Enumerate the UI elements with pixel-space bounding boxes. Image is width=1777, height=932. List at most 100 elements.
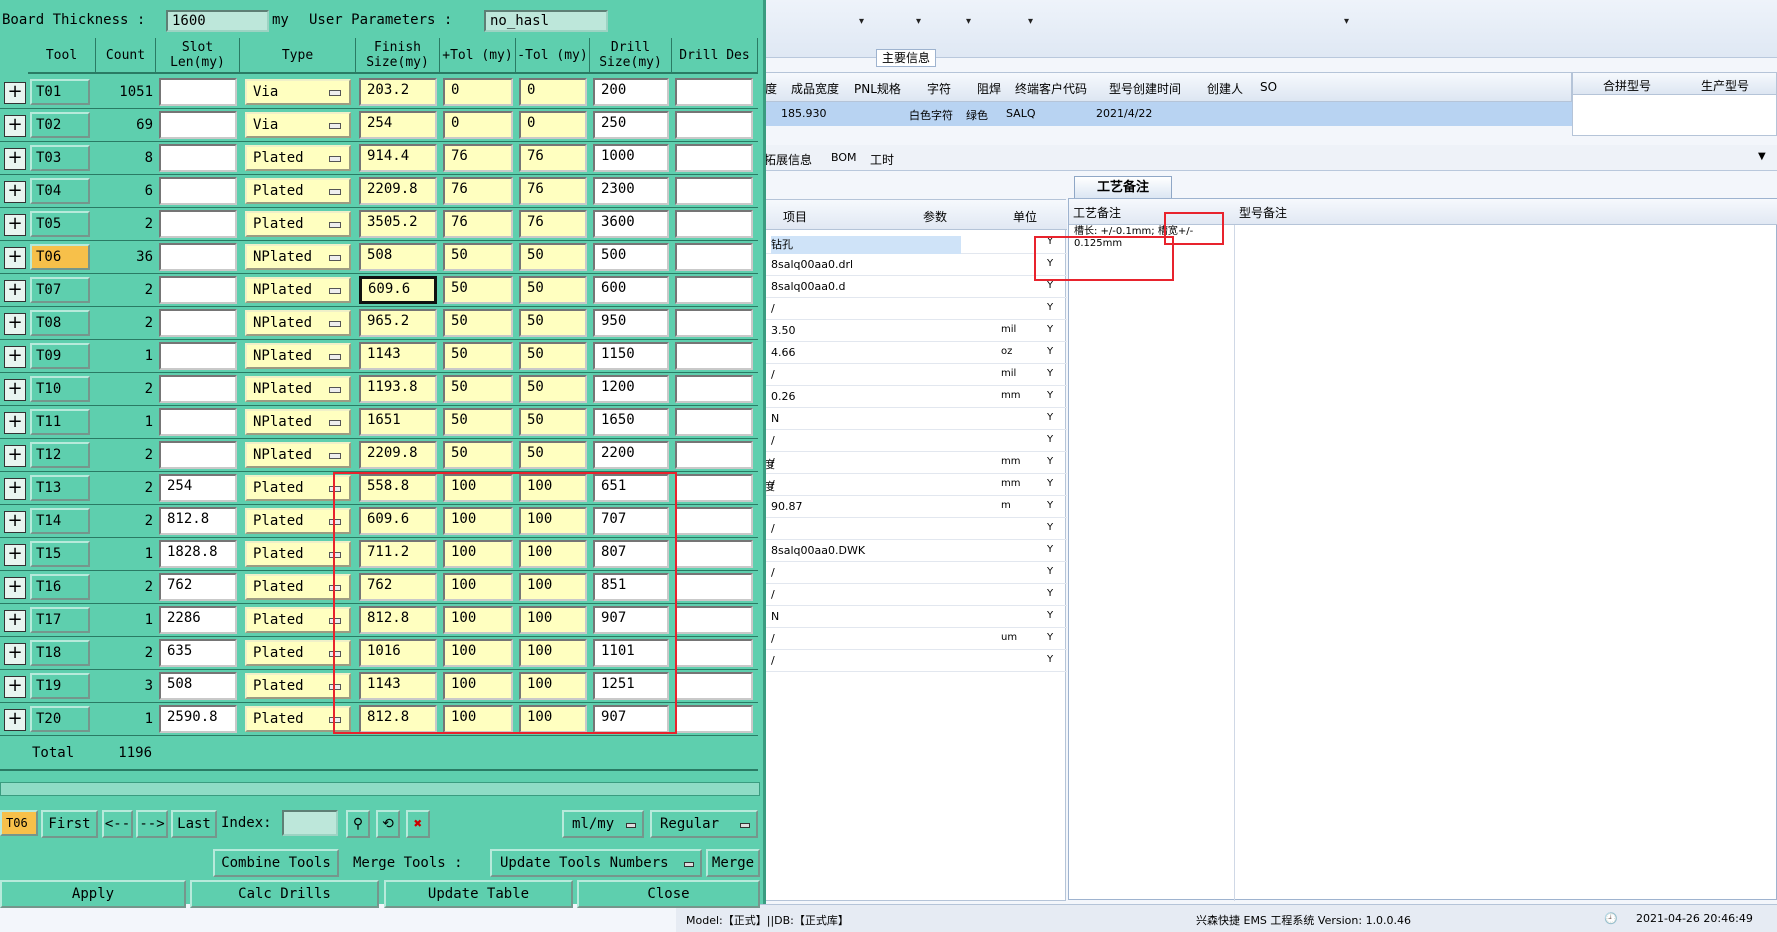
- slot-len-input[interactable]: [159, 111, 237, 139]
- drill-size-input[interactable]: 2200: [593, 441, 669, 469]
- minus-tol-input[interactable]: 76: [519, 210, 587, 238]
- merge-button[interactable]: Merge: [706, 849, 760, 877]
- drill-size-input[interactable]: 1150: [593, 342, 669, 370]
- chevron-down-icon[interactable]: ▾: [1344, 16, 1349, 27]
- tool-cell[interactable]: T16: [30, 574, 90, 600]
- drill-des-input[interactable]: [675, 408, 753, 436]
- next-button[interactable]: -->: [136, 810, 168, 838]
- type-select[interactable]: NPlated: [245, 277, 351, 303]
- minus-tol-input[interactable]: 0: [519, 111, 587, 139]
- slot-len-input[interactable]: 254: [159, 474, 237, 502]
- slot-len-input[interactable]: 635: [159, 639, 237, 667]
- drill-size-input[interactable]: 2300: [593, 177, 669, 205]
- prev-button[interactable]: <--: [102, 810, 133, 838]
- drill-des-input[interactable]: [675, 342, 753, 370]
- tool-cell[interactable]: T13: [30, 475, 90, 501]
- tab-process-notes[interactable]: 工艺备注: [1074, 176, 1172, 198]
- expand-icon[interactable]: +: [4, 313, 26, 335]
- slot-len-input[interactable]: [159, 309, 237, 337]
- drill-des-input[interactable]: [675, 573, 753, 601]
- tool-cell[interactable]: T06: [30, 244, 90, 270]
- expand-icon[interactable]: +: [4, 478, 26, 500]
- apply-button[interactable]: Apply: [0, 880, 186, 908]
- mode-select[interactable]: Regular: [650, 810, 758, 838]
- type-select[interactable]: Plated: [245, 178, 351, 204]
- type-select[interactable]: NPlated: [245, 310, 351, 336]
- slot-len-input[interactable]: 812.8: [159, 507, 237, 535]
- tool-cell[interactable]: T01: [30, 79, 90, 105]
- drill-des-input[interactable]: [675, 474, 753, 502]
- finish-size-input[interactable]: 1143: [359, 342, 437, 370]
- drill-size-input[interactable]: 1650: [593, 408, 669, 436]
- finish-size-input[interactable]: 254: [359, 111, 437, 139]
- tab-extended-info[interactable]: 拓展信息: [764, 151, 812, 168]
- minus-tol-input[interactable]: 50: [519, 408, 587, 436]
- expand-icon[interactable]: +: [4, 214, 26, 236]
- slot-len-input[interactable]: 762: [159, 573, 237, 601]
- drill-size-input[interactable]: 1000: [593, 144, 669, 172]
- column-header[interactable]: Tool: [28, 38, 96, 74]
- drill-des-input[interactable]: [675, 705, 753, 733]
- expand-icon[interactable]: +: [4, 445, 26, 467]
- tool-cell[interactable]: T02: [30, 112, 90, 138]
- plus-tol-input[interactable]: 0: [443, 78, 513, 106]
- type-select[interactable]: Plated: [245, 145, 351, 171]
- tool-cell[interactable]: T14: [30, 508, 90, 534]
- expand-icon[interactable]: +: [4, 643, 26, 665]
- expand-icon[interactable]: +: [4, 82, 26, 104]
- column-header[interactable]: +Tol (my): [440, 38, 516, 74]
- search-icon[interactable]: ⚲: [346, 810, 370, 838]
- slot-len-input[interactable]: [159, 144, 237, 172]
- refresh-icon[interactable]: ⟲: [376, 810, 400, 838]
- expand-icon[interactable]: +: [4, 379, 26, 401]
- tool-cell[interactable]: T05: [30, 211, 90, 237]
- minus-tol-input[interactable]: 50: [519, 276, 587, 304]
- tool-cell[interactable]: T19: [30, 673, 90, 699]
- drill-des-input[interactable]: [675, 210, 753, 238]
- user-params-input[interactable]: no_hasl: [484, 10, 608, 32]
- index-input[interactable]: [282, 810, 338, 836]
- drill-des-input[interactable]: [675, 606, 753, 634]
- type-select[interactable]: NPlated: [245, 244, 351, 270]
- tab-work-hours[interactable]: 工时: [870, 151, 894, 168]
- type-select[interactable]: Plated: [245, 211, 351, 237]
- minus-tol-input[interactable]: 0: [519, 78, 587, 106]
- plus-tol-input[interactable]: 76: [443, 177, 513, 205]
- plus-tol-input[interactable]: 50: [443, 342, 513, 370]
- minus-tol-input[interactable]: 76: [519, 177, 587, 205]
- slot-len-input[interactable]: [159, 177, 237, 205]
- units-select[interactable]: ml/my: [562, 810, 644, 838]
- drill-des-input[interactable]: [675, 78, 753, 106]
- tool-cell[interactable]: T03: [30, 145, 90, 171]
- slot-len-input[interactable]: [159, 78, 237, 106]
- tool-cell[interactable]: T12: [30, 442, 90, 468]
- drill-size-input[interactable]: 250: [593, 111, 669, 139]
- close-button[interactable]: Close: [577, 880, 760, 908]
- tool-cell[interactable]: T09: [30, 343, 90, 369]
- tool-cell[interactable]: T11: [30, 409, 90, 435]
- tool-cell[interactable]: T17: [30, 607, 90, 633]
- column-header[interactable]: Count: [96, 38, 156, 74]
- finish-size-input[interactable]: 2209.8: [359, 177, 437, 205]
- plus-tol-input[interactable]: 50: [443, 243, 513, 271]
- plus-tol-input[interactable]: 50: [443, 309, 513, 337]
- chevron-down-icon[interactable]: ▼: [1758, 151, 1766, 162]
- column-header[interactable]: Slot Len(my): [156, 38, 240, 74]
- tool-cell[interactable]: T20: [30, 706, 90, 732]
- type-select[interactable]: NPlated: [245, 343, 351, 369]
- plus-tol-input[interactable]: 0: [443, 111, 513, 139]
- update-table-button[interactable]: Update Table: [384, 880, 573, 908]
- drill-des-input[interactable]: [675, 672, 753, 700]
- expand-icon[interactable]: +: [4, 115, 26, 137]
- info-data-row[interactable]: 185.930 白色字符 绿色 SALQ 2021/4/22: [676, 102, 1572, 126]
- type-select[interactable]: Via: [245, 112, 351, 138]
- slot-len-input[interactable]: 2286: [159, 606, 237, 634]
- expand-icon[interactable]: +: [4, 280, 26, 302]
- finish-size-input[interactable]: 914.4: [359, 144, 437, 172]
- tool-cell[interactable]: T07: [30, 277, 90, 303]
- slot-len-input[interactable]: [159, 408, 237, 436]
- tool-cell[interactable]: T18: [30, 640, 90, 666]
- expand-icon[interactable]: +: [4, 577, 26, 599]
- slot-len-input[interactable]: [159, 210, 237, 238]
- minus-tol-input[interactable]: 50: [519, 309, 587, 337]
